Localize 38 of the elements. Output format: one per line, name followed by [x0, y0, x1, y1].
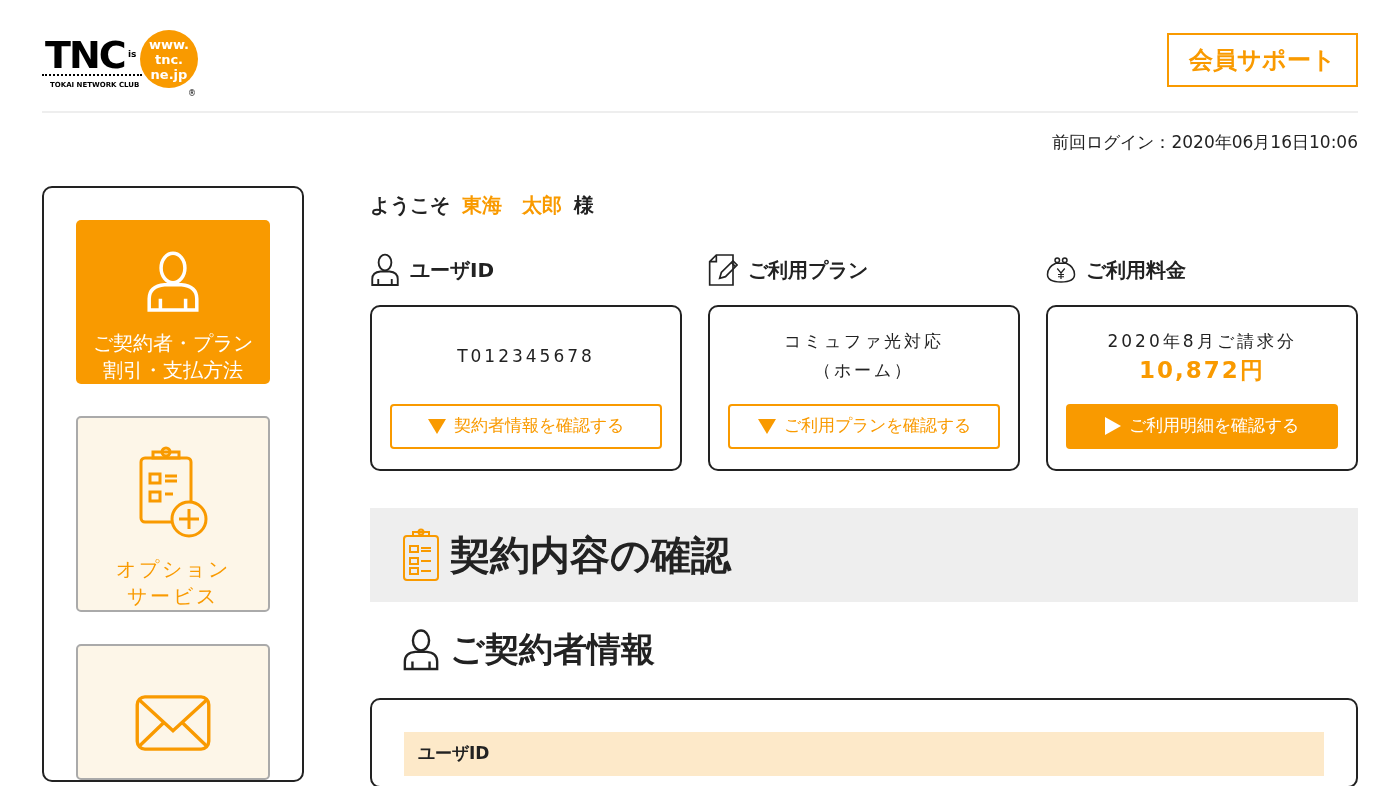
- logo-suffix: is: [128, 48, 137, 61]
- nav-label: オプション: [115, 555, 231, 583]
- down-triangle-icon: [428, 418, 446, 434]
- card-text: （ホーム）: [814, 359, 914, 382]
- registered-mark: ®: [188, 88, 196, 100]
- envelope-icon: [134, 693, 212, 752]
- card-title: ご利用料金: [1086, 256, 1186, 284]
- card-title: ご利用プラン: [748, 256, 868, 284]
- card-text: 2020年8月ご請求分: [1107, 330, 1297, 353]
- confirm-button[interactable]: ご利用プランを確認する: [728, 403, 1000, 449]
- last-login-text: 前回ログイン：2020年06月16日10:06: [1052, 131, 1358, 154]
- logo-badge: www. tnc. ne.jp: [140, 30, 198, 88]
- billing-amount: 10,872円: [1139, 356, 1265, 385]
- honorific-text: 様: [574, 191, 594, 219]
- clipboard-icon: [402, 527, 440, 582]
- user-name: 東海 太郎: [462, 191, 562, 219]
- nav-label: サービス: [126, 582, 220, 610]
- person-icon: [402, 626, 440, 673]
- sidebar-nav-item[interactable]: [76, 643, 270, 780]
- sidebar-nav-item[interactable]: オプション サービス: [76, 415, 270, 612]
- confirm-button[interactable]: 契約者情報を確認する: [390, 403, 662, 449]
- person-icon: [370, 251, 400, 288]
- card-text: コミュファ光対応: [784, 330, 944, 353]
- table-header-cell: ユーザID: [404, 731, 1324, 776]
- confirm-button[interactable]: ご利用明細を確認する: [1066, 403, 1338, 449]
- nav-label: ご契約者・プラン: [93, 329, 253, 357]
- card-title: ユーザID: [410, 256, 495, 284]
- sidebar-nav-item[interactable]: ご契約者・プラン 割引・支払方法: [76, 219, 270, 384]
- welcome-text: ようこそ: [370, 191, 450, 219]
- section-title: 契約内容の確認: [450, 530, 731, 580]
- subsection-title: ご契約者情報: [450, 628, 655, 671]
- member-support-button[interactable]: 会員サポート: [1167, 33, 1358, 87]
- logo-wordmark: TNC: [45, 36, 125, 74]
- down-triangle-icon: [757, 418, 776, 434]
- document-pen-icon: [708, 251, 738, 288]
- card-text: T012345678: [457, 344, 595, 368]
- nav-label: 割引・支払方法: [102, 356, 244, 384]
- play-triangle-icon: [1105, 417, 1121, 435]
